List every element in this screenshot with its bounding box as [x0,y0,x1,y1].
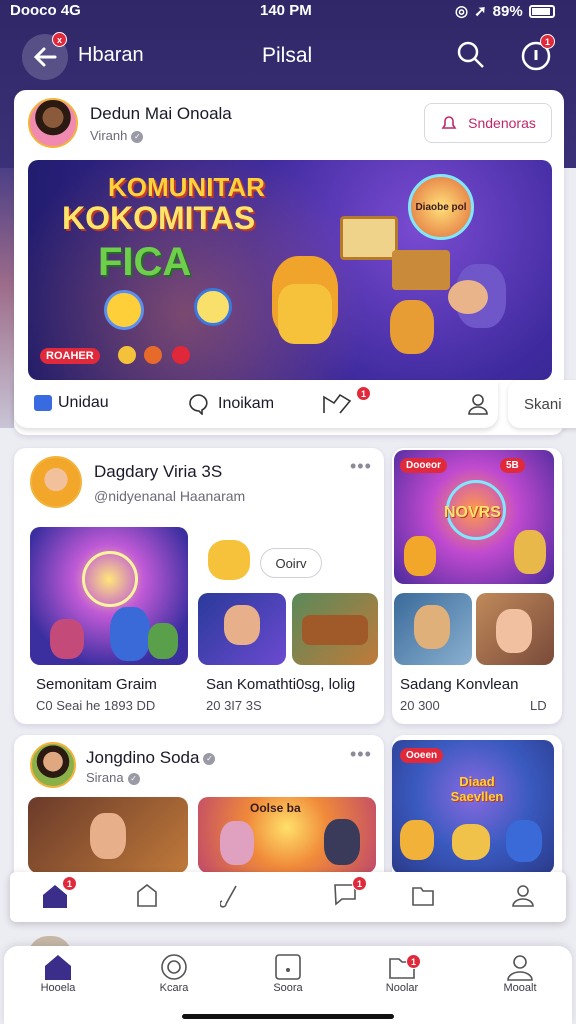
side-card-pill: Ooeen [400,748,444,763]
verified-icon: ✓ [127,772,140,785]
home-indicator[interactable] [182,1014,394,1019]
more-menu[interactable]: ••• [350,456,372,477]
tab-profile[interactable] [510,882,536,913]
post-author: Dagdary Viria 3S [94,462,223,481]
post-handle: Sirana ✓ [86,770,140,785]
side-strip [0,168,14,428]
battery-icon [528,4,555,18]
side-card-caption: Sadang Konvlean [400,676,519,693]
nav-item-home[interactable]: Hooela [18,952,98,994]
clock: 140 PM [260,2,312,19]
banner-line3: FICA [98,240,192,284]
profile-icon [512,885,534,907]
side-action[interactable]: Skani [508,380,576,428]
radar-icon [161,954,187,980]
nav-item-folder[interactable]: Noolar [362,952,442,994]
alarm-icon: ◎ [455,3,469,20]
post-handle: Viranh ✓ [90,128,144,143]
like-button[interactable]: Unidau [34,394,109,412]
verified-icon: ✓ [131,130,144,143]
back-label: Hbaran [78,44,144,66]
post-thumbnail[interactable] [476,593,554,665]
bear-character-small [390,300,434,354]
side-card-count: 5B [500,458,525,473]
banner-image[interactable]: KOMUNITAR KOKOMITAS FICA Diaobe pol ROAH… [28,160,552,380]
gem-icon [144,346,162,364]
star-icon [118,346,136,364]
follow-label: Sndenoras [468,115,536,131]
heart-icon [172,346,190,364]
post-thumbnail[interactable] [292,593,378,665]
post-thumbnail[interactable] [28,797,188,873]
post-thumbnail[interactable] [198,593,286,665]
more-menu[interactable]: ••• [350,744,372,765]
post-thumbnail[interactable] [30,527,188,665]
nav-item-square[interactable]: Soora [248,952,328,994]
profile-icon [468,394,488,415]
banner-bubble: Diaobe pol [408,174,474,240]
folder-icon [412,887,434,906]
square-icon [275,954,301,980]
profile-button[interactable] [466,392,490,421]
post-thumbnail[interactable] [394,593,472,665]
comment-button[interactable]: Inoikam [188,393,274,415]
avatar [30,456,82,508]
bell-icon [441,116,457,129]
back-badge: x [52,32,67,47]
nav-item-radar[interactable]: Kcara [134,952,214,994]
share-icon [323,393,352,414]
follow-button[interactable]: Sndenoras [424,103,552,143]
post-meta: 20 3I7 3S [206,698,262,713]
side-card-pill: Dooeor [400,458,447,473]
page-title: Pilsal [262,44,313,67]
chip-button[interactable]: Ooirv [260,548,322,578]
coin-icon [194,288,232,326]
post-caption: Semonitam Graim [36,676,157,693]
share-badge: 1 [356,386,371,401]
tab-music[interactable] [219,882,244,913]
verified-icon: ✓ [203,752,216,765]
post-meta: C0 Seai he 1893 DD [36,698,156,713]
side-card-meta2: LD [530,698,547,713]
search-icon [457,41,484,68]
tab-bag[interactable] [134,882,160,913]
post-caption: San Komathti0sg, lolig [206,676,356,693]
arrow-left-icon [33,47,57,67]
bear-sticker [208,540,250,580]
post-author: Jongdino Soda ✓ [86,748,216,768]
post-author: Dedun Mai Onoala [90,104,232,123]
location-icon: ➚ [474,3,487,20]
carrier-label: Dooco 4G [10,2,81,19]
bag-icon [137,883,157,907]
tab-badge: 1 [352,876,367,891]
status-icons: ◎ ➚ 89% [455,2,555,20]
music-icon [219,885,237,908]
banner-line1: KOMUNITAR [108,172,265,202]
photo-frame [340,216,398,260]
share-button[interactable] [322,393,352,420]
battery-label: 89% [492,2,523,20]
profile-icon [507,955,533,981]
avatar [28,98,78,148]
nav-badge: 1 [406,954,421,969]
banner-line2: KOKOMITAS [62,200,256,236]
nav-item-profile[interactable]: Mooalt [480,952,560,994]
thumb-icon [34,395,52,411]
info-badge: 1 [540,34,555,49]
comment-icon [189,394,208,415]
banner-tag: ROAHER [40,348,100,364]
tab-badge: 1 [62,876,77,891]
search-button[interactable] [456,40,486,75]
coin-icon [104,290,144,330]
side-card-meta: 20 300 [400,698,440,713]
inner-tabbar [10,872,566,922]
book-stack [392,250,450,290]
tab-folder[interactable] [410,882,436,913]
post-thumbnail[interactable]: Oolse ba [198,797,376,873]
avatar [30,742,76,788]
home-icon [45,955,71,980]
post-handle: @nidyenanal Haanaram [94,488,246,504]
